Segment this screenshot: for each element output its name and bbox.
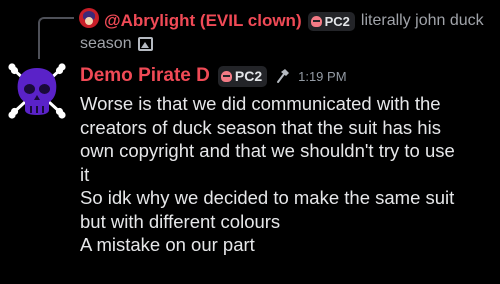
message-line: A mistake on our part [80, 234, 255, 255]
message-guild-tag-label: PC2 [234, 68, 263, 84]
message-timestamp[interactable]: 1:19 PM [298, 69, 346, 84]
image-icon [137, 37, 153, 51]
message-line: So idk why we decided to make the same s… [80, 187, 455, 208]
reply-guild-tag[interactable]: PC2 [307, 11, 355, 31]
message-guild-tag[interactable]: PC2 [217, 65, 268, 87]
reply-connector-line [38, 17, 74, 59]
reply-text[interactable]: literally john duck [361, 12, 484, 30]
message-line: it [80, 163, 90, 185]
message-content: Worse is that we did communicated with t… [80, 92, 496, 257]
reply-text-continued[interactable]: season [80, 35, 132, 53]
message-author[interactable]: Demo Pirate D [80, 65, 210, 87]
hammer-icon[interactable] [274, 68, 290, 84]
message-line: Worse is that we did communicated with t… [80, 93, 441, 114]
message-line: creators of duck season that the suit ha… [80, 116, 441, 138]
message-header: Demo Pirate D PC2 1:19 PM [80, 62, 347, 90]
reply-preview-continued[interactable]: season [80, 35, 153, 53]
reply-guild-tag-label: PC2 [324, 13, 350, 29]
skull-icon [310, 15, 322, 27]
jolly-roger-avatar[interactable] [4, 58, 70, 124]
message-line: own copyright and that we shouldn't try … [80, 140, 455, 161]
reply-preview[interactable]: @Abrylight (EVIL clown) PC2 literally jo… [104, 8, 500, 34]
reply-author[interactable]: @Abrylight (EVIL clown) [104, 11, 302, 31]
message-line: but with different colours [80, 210, 281, 232]
reply-avatar[interactable] [79, 8, 99, 28]
skull-icon [220, 70, 232, 82]
